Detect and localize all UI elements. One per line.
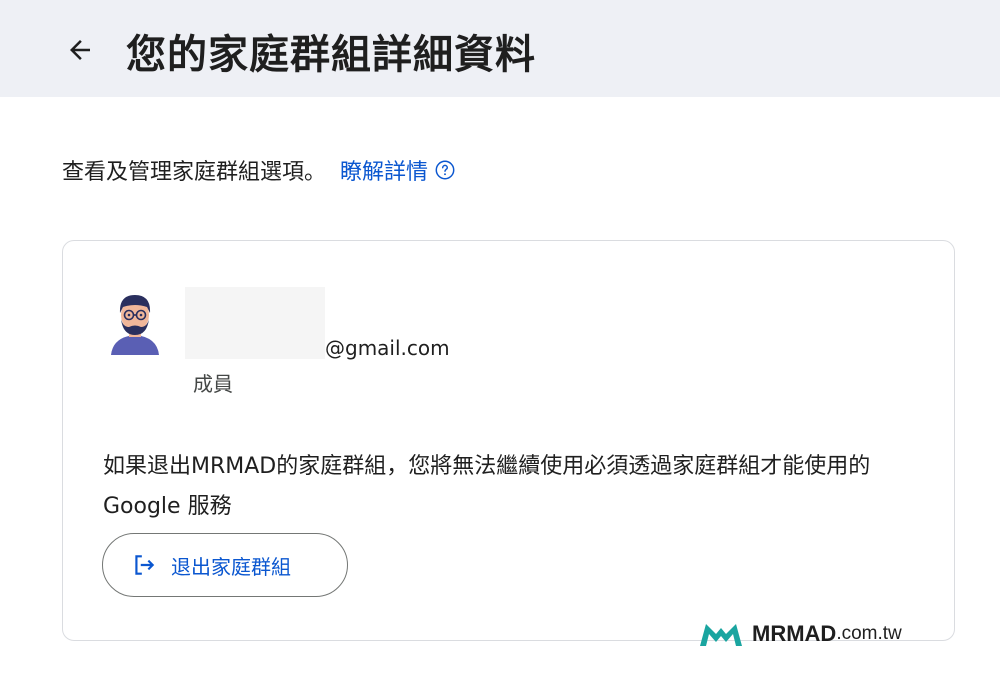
member-email: @gmail.com: [325, 336, 450, 360]
watermark-brand: MRMAD: [752, 621, 837, 646]
back-button[interactable]: [60, 30, 100, 70]
avatar-icon: [111, 295, 159, 355]
watermark-domain: .com.tw: [836, 623, 902, 644]
mrmad-logo-icon: [700, 624, 742, 646]
leave-family-group-button[interactable]: 退出家庭群組: [102, 533, 348, 597]
redacted-name: [185, 287, 325, 359]
intro-text: 查看及管理家庭群組選項。: [62, 160, 327, 185]
member-role: 成員: [193, 372, 233, 396]
intro-row: 查看及管理家庭群組選項。 瞭解詳情: [62, 154, 456, 186]
leave-warning-text: 如果退出MRMAD的家庭群組，您將無法繼續使用必須透過家庭群組才能使用的 Goo…: [103, 454, 871, 519]
leave-button-label: 退出家庭群組: [171, 554, 291, 579]
help-circle-icon: [435, 160, 455, 180]
page-title: 您的家庭群組詳細資料: [126, 32, 536, 78]
learn-more-label: 瞭解詳情: [340, 160, 429, 185]
logout-icon: [135, 555, 155, 575]
header-bar: 您的家庭群組詳細資料: [0, 0, 1000, 97]
family-group-card: @gmail.com 成員 如果退出MRMAD的家庭群組，您將無法繼續使用必須透…: [62, 240, 955, 641]
learn-more-link[interactable]: 瞭解詳情: [340, 154, 456, 186]
arrow-left-icon: [70, 40, 90, 60]
mrmad-watermark: MRMAD .com.tw: [698, 620, 902, 648]
